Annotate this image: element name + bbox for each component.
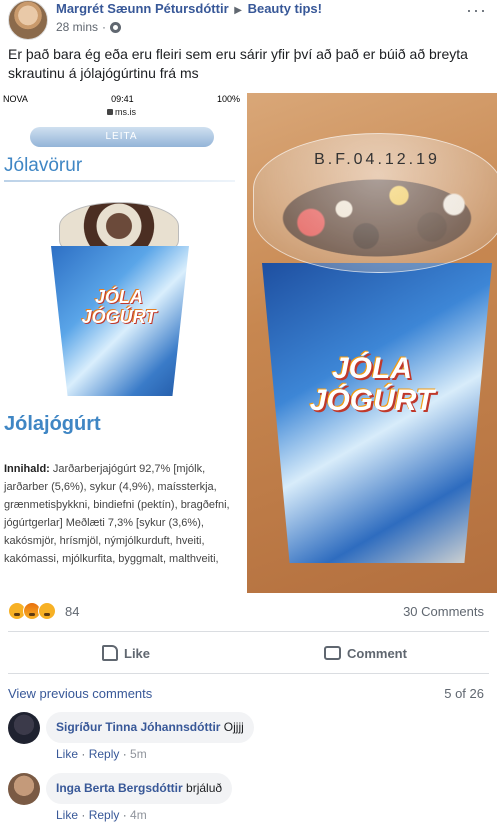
like-button[interactable]: Like (102, 635, 150, 671)
group-name[interactable]: Beauty tips! (248, 1, 322, 16)
author-name[interactable]: Margrét Sæunn Pétursdóttir (56, 1, 229, 16)
comment-time[interactable]: 5m (130, 747, 147, 761)
comment-actions: Like · Reply · 4m (56, 808, 147, 822)
photo-screenshot[interactable]: NOVA 09:41 100% ms.is LEITA Jólavörur JÓ… (0, 93, 245, 593)
wow-reaction-icon (38, 602, 56, 620)
post-header: Margrét Sæunn Pétursdóttir ▶ Beauty tips… (0, 0, 497, 42)
url-text: ms.is (115, 107, 136, 117)
post-author-line: Margrét Sæunn Pétursdóttir ▶ Beauty tips… (56, 1, 322, 16)
comment-button[interactable]: Comment (324, 635, 407, 671)
lid-date-print: B.F.04.12.19 (314, 151, 440, 168)
product-image: JÓLA JÓGÚRT (45, 192, 195, 397)
category-divider (4, 180, 235, 182)
url-bar: ms.is (0, 107, 243, 119)
share-arrow-icon: ▶ (234, 5, 242, 16)
comment-reply-link[interactable]: Reply (89, 747, 120, 761)
commenter-avatar[interactable] (8, 773, 40, 805)
carrier: NOVA (3, 94, 28, 104)
view-previous-comments[interactable]: View previous comments (8, 686, 152, 701)
battery: 100% (216, 94, 240, 104)
phone-time: 09:41 (111, 94, 134, 104)
phone-status-bar: NOVA 09:41 100% (0, 93, 243, 107)
comment-reply-link[interactable]: Reply (89, 808, 120, 822)
like-label: Like (124, 645, 151, 661)
ingredients: Innihald: Jarðarberjajógúrt 92,7% [mjólk… (4, 460, 239, 568)
ingredients-text: Jarðarberjajógúrt 92,7% [mjólk, jarðarbe… (4, 463, 230, 565)
comments-count[interactable]: 30 Comments (403, 604, 484, 619)
cup-lid (59, 202, 179, 250)
comments-pager: 5 of 26 (444, 686, 484, 701)
product-name: Jólajógúrt (4, 413, 101, 435)
comment-text: brjáluð (186, 781, 223, 795)
audience-icon (110, 21, 122, 33)
reaction-count[interactable]: 84 (65, 604, 79, 619)
reactions-row: 84 30 Comments (0, 602, 497, 624)
comment-text: Ojjjj (223, 720, 244, 734)
divider (8, 673, 489, 674)
commenter-name[interactable]: Inga Berta Bergsdóttir (56, 781, 183, 795)
comment-bubble-icon (324, 646, 341, 660)
post-text: Er það bara ég eða eru fleiri sem eru sá… (8, 46, 468, 81)
divider (8, 631, 489, 632)
real-cup-label: JÓLA JÓGÚRT (309, 352, 435, 417)
comment-bubble: Sigríður Tinna Jóhannsdóttir Ojjjj (46, 712, 254, 743)
search-button: LEITA (29, 127, 214, 147)
meta-separator: · (102, 20, 107, 34)
commenter-name[interactable]: Sigríður Tinna Jóhannsdóttir (56, 720, 220, 734)
post-photos: NOVA 09:41 100% ms.is LEITA Jólavörur JÓ… (0, 93, 497, 593)
comment-actions: Like · Reply · 5m (56, 747, 147, 761)
reaction-icons[interactable] (8, 602, 56, 620)
photo-yogurt-cup[interactable]: JÓLA JÓGÚRT B.F.04.12.19 (247, 93, 497, 593)
post-meta: 28 mins · (56, 20, 122, 34)
author-avatar[interactable] (8, 0, 48, 40)
thumbs-up-icon (102, 645, 118, 661)
comment-bubble: Inga Berta Bergsdóttir brjáluð (46, 773, 233, 804)
category-title: Jólavörur (4, 155, 83, 176)
ingredients-label: Innihald: (4, 463, 50, 475)
commenter-avatar[interactable] (8, 712, 40, 744)
comments-header: View previous comments 5 of 26 (0, 684, 497, 704)
more-options-button[interactable]: ··· (466, 0, 487, 21)
action-bar: Like Comment (0, 635, 497, 671)
comment-label: Comment (347, 645, 407, 661)
comment-like-link[interactable]: Like (56, 808, 78, 822)
comment-time[interactable]: 4m (130, 808, 147, 822)
post-time[interactable]: 28 mins (56, 20, 98, 34)
cup-label: JÓLA JÓGÚRT (81, 287, 157, 327)
lock-icon (107, 109, 113, 115)
comment-like-link[interactable]: Like (56, 747, 78, 761)
